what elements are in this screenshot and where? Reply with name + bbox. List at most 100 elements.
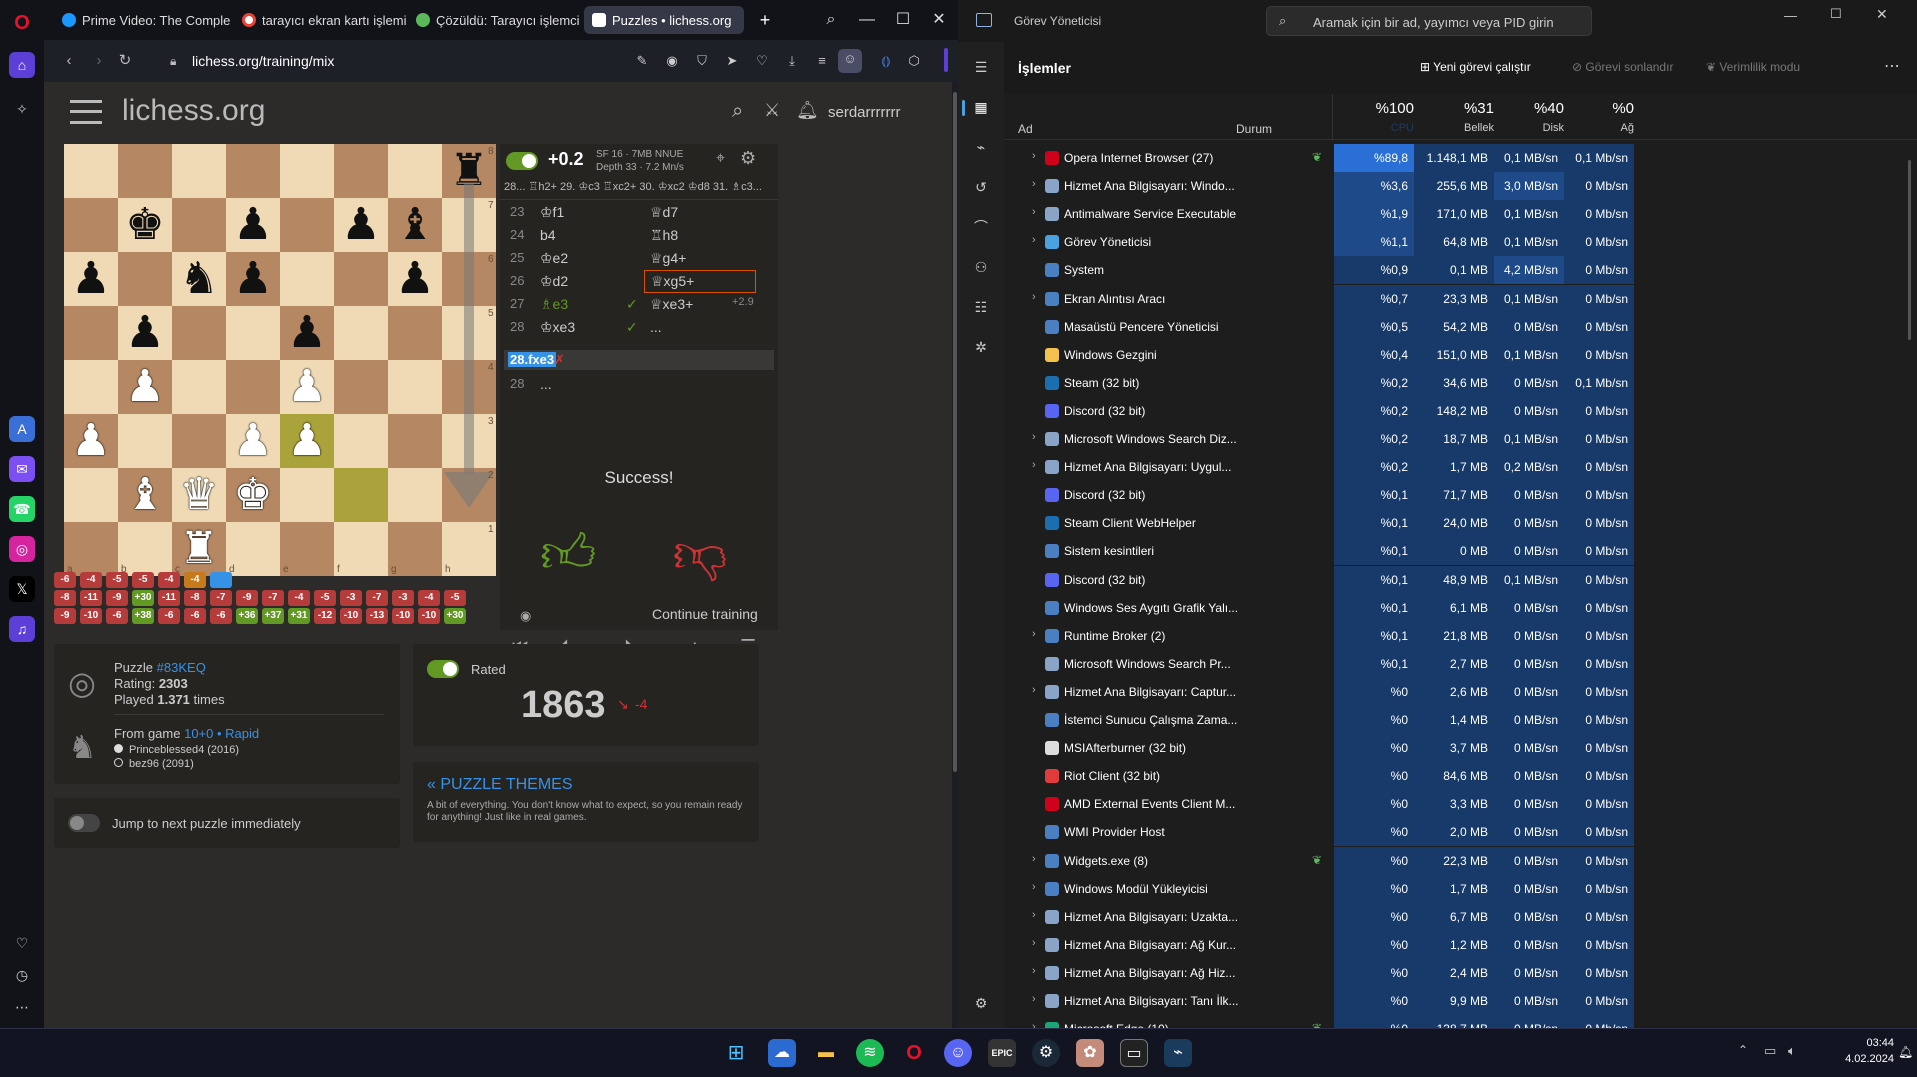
details-icon[interactable]: ☷ (970, 296, 992, 318)
app-history-icon[interactable]: ↺ (970, 176, 992, 198)
process-row[interactable]: › Görev Yöneticisi %1,1 64,8 MB 0,1 MB/sn 0 M… (1004, 228, 1917, 257)
white-piece[interactable]: ♜ (172, 522, 226, 576)
white-piece[interactable]: ♟ (280, 414, 334, 468)
white-move[interactable]: b4 (540, 227, 556, 243)
black-piece[interactable]: ♟ (226, 252, 280, 306)
board-square[interactable] (334, 468, 388, 522)
cube-icon[interactable]: ⬡ (904, 51, 924, 71)
col-cpu-pct[interactable]: %100 (1334, 100, 1414, 117)
history-badge[interactable]: -10 (340, 608, 362, 624)
process-row[interactable]: AMD External Events Client M... %0 3,3 MB 0… (1004, 790, 1917, 819)
history-badge[interactable]: -9 (236, 590, 258, 606)
heart-icon[interactable]: ♡ (9, 930, 35, 956)
history-badge[interactable]: +37 (262, 608, 284, 624)
thumbs-up-icon[interactable]: 👍︎ (540, 522, 596, 586)
rated-toggle[interactable] (427, 660, 459, 678)
board-square[interactable] (334, 306, 388, 360)
process-row[interactable]: Discord (32 bit) %0,1 48,9 MB 0,1 MB/sn 0 Mb… (1004, 565, 1917, 594)
target-icon[interactable]: ⌖ (716, 150, 725, 168)
gear-icon[interactable]: ⚙ (740, 148, 756, 169)
notification-bell-icon[interactable]: 🔔︎ (1898, 1045, 1913, 1059)
bell-icon[interactable]: 🔔︎ (796, 100, 819, 121)
expand-chevron-icon[interactable]: › (1032, 234, 1036, 246)
history-badge[interactable]: -5 (132, 572, 154, 588)
board-square[interactable] (118, 144, 172, 198)
history-badge[interactable]: -12 (314, 608, 336, 624)
process-row[interactable]: › Antimalware Service Executable %1,9 171,0… (1004, 200, 1917, 229)
board-square[interactable] (118, 414, 172, 468)
board-square[interactable] (172, 306, 226, 360)
terminal-icon[interactable]: ▭ (1120, 1039, 1148, 1067)
vpn-icon[interactable]: ⦅⦆ (876, 51, 896, 71)
black-piece[interactable]: ♟ (280, 306, 334, 360)
history-badge[interactable]: +38 (132, 608, 154, 624)
task-manager-taskbar-icon[interactable]: ⌁ (1164, 1039, 1192, 1067)
performance-icon[interactable]: ⌁ (970, 136, 992, 158)
history-badge[interactable]: -10 (418, 608, 440, 624)
expand-chevron-icon[interactable]: › (1032, 937, 1036, 949)
process-row[interactable]: System %0,9 0,1 MB 4,2 MB/sn 0 Mb/sn (1004, 256, 1917, 285)
spotify-icon[interactable]: ≋ (856, 1039, 884, 1067)
white-move[interactable]: ♔d2 (540, 273, 568, 290)
epic-games-icon[interactable]: EPIC (988, 1039, 1016, 1067)
heart-outline-icon[interactable]: ♡ (752, 51, 772, 71)
tm-scrollbar[interactable] (1908, 160, 1911, 340)
history-badge[interactable]: -10 (392, 608, 414, 624)
process-row[interactable]: › Windows Modül Yükleyicisi %0 1,7 MB 0 MB/s… (1004, 874, 1917, 903)
history-badge[interactable]: -11 (80, 590, 102, 606)
settings-icon[interactable]: ⚙ (970, 992, 992, 1014)
easy-setup-icon[interactable]: ≡ (812, 51, 832, 71)
history-badge[interactable]: -9 (54, 608, 76, 624)
process-search-input[interactable]: ⌕ Aramak için bir ad, yayımcı veya PID g… (1266, 6, 1592, 36)
board-square[interactable] (334, 144, 388, 198)
black-move[interactable]: ♕d7 (650, 204, 678, 221)
board-square[interactable] (118, 252, 172, 306)
reload-button[interactable]: ↻ (114, 50, 136, 72)
themes-title[interactable]: « PUZZLE THEMES (427, 776, 573, 794)
black-piece[interactable]: ♟ (334, 198, 388, 252)
expand-chevron-icon[interactable]: › (1032, 965, 1036, 977)
start-icon[interactable]: ⊞ (722, 1039, 750, 1067)
history-badge[interactable]: -4 (158, 572, 180, 588)
board-square[interactable] (226, 360, 280, 414)
expand-chevron-icon[interactable]: › (1032, 150, 1036, 162)
profile-icon[interactable]: ☺ (838, 49, 862, 73)
puzzle-id-link[interactable]: #83KEQ (157, 660, 206, 675)
process-row[interactable]: Steam Client WebHelper %0,1 24,0 MB 0 MB/sn… (1004, 509, 1917, 538)
back-button[interactable]: ‹ (58, 50, 80, 72)
col-status[interactable]: Durum (1236, 122, 1272, 136)
messenger-icon[interactable]: ✉ (9, 456, 35, 482)
efficiency-mode-button[interactable]: ❦ Verimlilik modu (1706, 60, 1800, 74)
board-square[interactable] (388, 360, 442, 414)
history-badge[interactable]: -7 (262, 590, 284, 606)
engine-pv[interactable]: 28... ♖h2+ 29. ♔c3 ♖xc2+ 30. ♔xc2 ♔d8 31… (504, 180, 774, 193)
expand-chevron-icon[interactable]: › (1032, 178, 1036, 190)
process-row[interactable]: › Runtime Broker (2) %0,1 21,8 MB 0 MB/sn 0 M… (1004, 621, 1917, 650)
tray-chevron-icon[interactable]: ⌃ (1738, 1043, 1748, 1057)
tab-google-search[interactable]: tarayıcı ekran kartı işlemi (234, 6, 410, 34)
pin-icon[interactable]: ✧ (9, 96, 35, 122)
white-piece[interactable]: ♟ (64, 414, 118, 468)
shield-icon[interactable]: ⛉ (692, 51, 712, 71)
history-badge[interactable]: -8 (54, 590, 76, 606)
history-badge[interactable]: -6 (106, 608, 128, 624)
discord-taskbar-icon[interactable]: ☺ (944, 1039, 972, 1067)
white-piece[interactable]: ♚ (226, 468, 280, 522)
history-badge[interactable]: -13 (366, 608, 388, 624)
board-square[interactable] (334, 252, 388, 306)
wrong-move[interactable]: 28.fxe3 (508, 352, 557, 367)
process-row[interactable]: Sistem kesintileri %0,1 0 MB 0 MB/sn 0 Mb/sn (1004, 537, 1917, 566)
expand-chevron-icon[interactable]: › (1032, 853, 1036, 865)
board-square[interactable] (64, 468, 118, 522)
board-square[interactable] (388, 144, 442, 198)
process-row[interactable]: Masaüstü Pencere Yöneticisi %0,5 54,2 MB 0 … (1004, 312, 1917, 341)
send-icon[interactable]: ➤ (722, 51, 742, 71)
history-badge[interactable]: -4 (418, 590, 440, 606)
col-net-pct[interactable]: %0 (1564, 100, 1634, 117)
weather-widget-icon[interactable]: ☁ (768, 1039, 796, 1067)
new-task-button[interactable]: ⊞ Yeni görevi çalıştır (1420, 60, 1531, 74)
tm-maximize-button[interactable]: ☐ (1830, 6, 1842, 22)
end-task-button[interactable]: ⊘ Görevi sonlandır (1572, 60, 1673, 74)
white-piece[interactable]: ♟ (280, 360, 334, 414)
username-link[interactable]: serdarrrrrrr (828, 104, 901, 121)
